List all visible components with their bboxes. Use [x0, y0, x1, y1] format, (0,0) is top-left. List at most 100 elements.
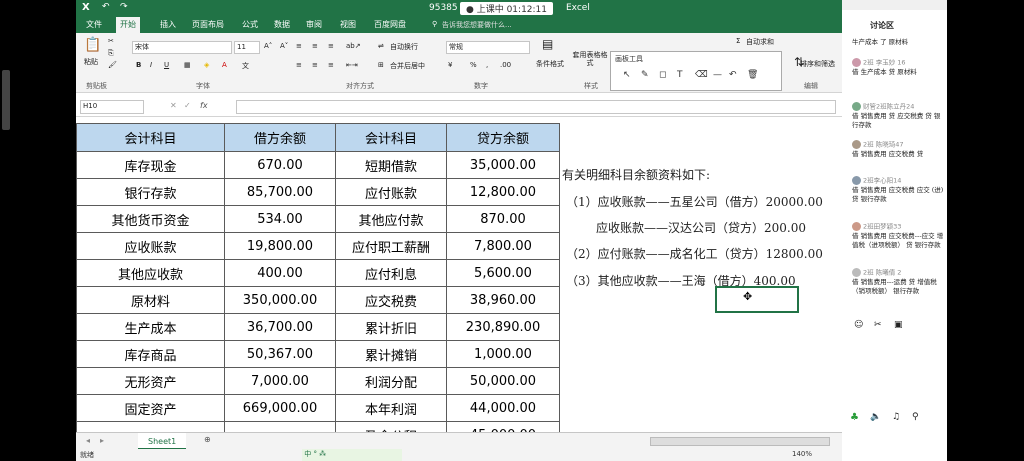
credit-account-cell[interactable]: 本年利润	[335, 394, 447, 422]
tab-baidu-netdisk[interactable]: 百度网盘	[370, 17, 410, 33]
debit-balance-cell[interactable]: 36,700.00	[224, 313, 336, 341]
debit-balance-cell[interactable]: 670.00	[224, 151, 336, 179]
sort-filter-button[interactable]: 排序和筛选	[800, 59, 835, 69]
debit-account-cell[interactable]: 原材料	[76, 286, 225, 314]
zoom-level[interactable]: 140%	[792, 450, 812, 458]
credit-account-cell[interactable]: 其他应付款	[335, 205, 447, 233]
debit-balance-cell[interactable]: 534.00	[224, 205, 336, 233]
image-icon[interactable]: ▣	[894, 320, 903, 330]
wrap-text-button[interactable]: 自动换行	[390, 42, 418, 52]
header-credit-balance[interactable]: 贷方余额	[446, 123, 560, 152]
credit-balance-cell[interactable]: 5,600.00	[446, 259, 560, 287]
credit-account-cell[interactable]: 应付账款	[335, 178, 447, 206]
music-icon[interactable]: ♫	[892, 412, 900, 422]
conditional-format-icon[interactable]: ▤	[542, 37, 553, 51]
font-color-icon[interactable]: A	[222, 61, 227, 69]
header-debit-balance[interactable]: 借方余额	[224, 123, 336, 152]
credit-account-cell[interactable]: 累计折旧	[335, 313, 447, 341]
debit-balance-cell[interactable]: 7,000.00	[224, 367, 336, 395]
credit-account-cell[interactable]: 短期借款	[335, 151, 447, 179]
horizontal-scrollbar[interactable]	[650, 437, 830, 446]
credit-balance-cell[interactable]: 870.00	[446, 205, 560, 233]
formula-input[interactable]	[236, 100, 836, 114]
font-name-select[interactable]: 宋体	[132, 41, 232, 54]
align-bottom-icon[interactable]: ≡	[328, 42, 334, 50]
location-icon[interactable]: ⚲	[912, 412, 919, 422]
credit-balance-cell[interactable]: 7,800.00	[446, 232, 560, 260]
credit-account-cell[interactable]: 累计摊销	[335, 340, 447, 368]
undo-draw-icon[interactable]: ↶	[729, 70, 737, 80]
debit-account-cell[interactable]: 其他应收款	[76, 259, 225, 287]
credit-balance-cell[interactable]: 12,800.00	[446, 178, 560, 206]
comma-icon[interactable]: ,	[486, 61, 488, 69]
bold-button[interactable]: B	[136, 61, 141, 69]
search-hint[interactable]: 告诉我您想要做什么...	[442, 20, 512, 30]
grow-font-icon[interactable]: A˄	[264, 42, 272, 50]
credit-account-cell[interactable]: 应付利息	[335, 259, 447, 287]
debit-account-cell[interactable]: 应收账款	[76, 232, 225, 260]
currency-icon[interactable]: ¥	[448, 61, 452, 69]
prev-sheet-icon[interactable]: ◂	[86, 436, 90, 445]
shape-icon[interactable]: ◻	[659, 70, 666, 80]
orientation-icon[interactable]: ab↗	[346, 42, 361, 50]
debit-balance-cell[interactable]: 350,000.00	[224, 286, 336, 314]
merge-icon[interactable]: ⊞	[378, 61, 384, 69]
text-tool-icon[interactable]: T	[677, 70, 683, 80]
tab-data[interactable]: 数据	[270, 17, 294, 33]
selected-cell[interactable]	[715, 286, 799, 313]
debit-account-cell[interactable]: 固定资产	[76, 394, 225, 422]
debit-account-cell[interactable]: 无形资产	[76, 367, 225, 395]
tab-review[interactable]: 审阅	[302, 17, 326, 33]
speaker-icon[interactable]: 🔈	[870, 412, 881, 422]
tab-view[interactable]: 视图	[336, 17, 360, 33]
thumbs-up-icon[interactable]: ♣	[850, 412, 859, 423]
number-format-select[interactable]: 常规	[446, 41, 530, 54]
tab-formulas[interactable]: 公式	[238, 17, 262, 33]
undo-icon[interactable]: ↶	[102, 2, 110, 12]
cut-icon[interactable]: ✂	[108, 37, 114, 45]
align-middle-icon[interactable]: ≡	[312, 42, 318, 50]
eraser-icon[interactable]: ⌫	[695, 70, 708, 80]
credit-account-cell[interactable]: 应交税费	[335, 286, 447, 314]
wrap-text-icon[interactable]: ⇌	[378, 42, 384, 50]
format-painter-icon[interactable]: 🖌	[108, 61, 117, 69]
credit-balance-cell[interactable]: 44,000.00	[446, 394, 560, 422]
tab-home[interactable]: 开始	[116, 17, 140, 33]
align-right-icon[interactable]: ≡	[328, 61, 334, 69]
add-sheet-icon[interactable]: ⊕	[204, 435, 211, 444]
cancel-icon[interactable]: ✕	[170, 101, 177, 110]
credit-account-cell[interactable]: 应付职工薪酬	[335, 232, 447, 260]
header-debit-account[interactable]: 会计科目	[76, 123, 225, 152]
font-size-select[interactable]: 11	[234, 41, 260, 54]
redo-icon[interactable]: ↷	[120, 2, 128, 12]
autosum-icon[interactable]: Σ	[736, 37, 740, 45]
debit-account-cell[interactable]: 生产成本	[76, 313, 225, 341]
fx-button[interactable]: fx	[200, 101, 208, 110]
tab-page-layout[interactable]: 页面布局	[188, 17, 228, 33]
credit-balance-cell[interactable]: 50,000.00	[446, 367, 560, 395]
paste-icon[interactable]: 📋	[84, 37, 101, 53]
percent-button[interactable]: %	[470, 61, 477, 69]
conditional-format-button[interactable]: 条件格式	[536, 59, 564, 69]
phonetic-icon[interactable]: 文	[242, 61, 249, 71]
indent-icon[interactable]: ⇤⇥	[346, 61, 358, 69]
debit-balance-cell[interactable]: 85,700.00	[224, 178, 336, 206]
credit-balance-cell[interactable]: 35,000.00	[446, 151, 560, 179]
align-center-icon[interactable]: ≡	[312, 61, 318, 69]
header-credit-account[interactable]: 会计科目	[335, 123, 447, 152]
pen-icon[interactable]: ✎	[641, 70, 649, 80]
tab-insert[interactable]: 插入	[156, 17, 180, 33]
debit-balance-cell[interactable]: 19,800.00	[224, 232, 336, 260]
merge-center-button[interactable]: 合并后居中	[390, 61, 425, 71]
underline-button[interactable]: U	[164, 61, 169, 69]
debit-account-cell[interactable]: 其他货币资金	[76, 205, 225, 233]
align-top-icon[interactable]: ≡	[296, 42, 302, 50]
credit-balance-cell[interactable]: 1,000.00	[446, 340, 560, 368]
enter-icon[interactable]: ✓	[184, 101, 191, 110]
name-box[interactable]: H10	[80, 100, 144, 114]
next-sheet-icon[interactable]: ▸	[100, 436, 104, 445]
sheet-tab-sheet1[interactable]: Sheet1	[138, 433, 187, 450]
border-icon[interactable]: ▦	[184, 61, 191, 69]
credit-balance-cell[interactable]: 38,960.00	[446, 286, 560, 314]
fill-color-icon[interactable]: ◈	[204, 61, 209, 69]
